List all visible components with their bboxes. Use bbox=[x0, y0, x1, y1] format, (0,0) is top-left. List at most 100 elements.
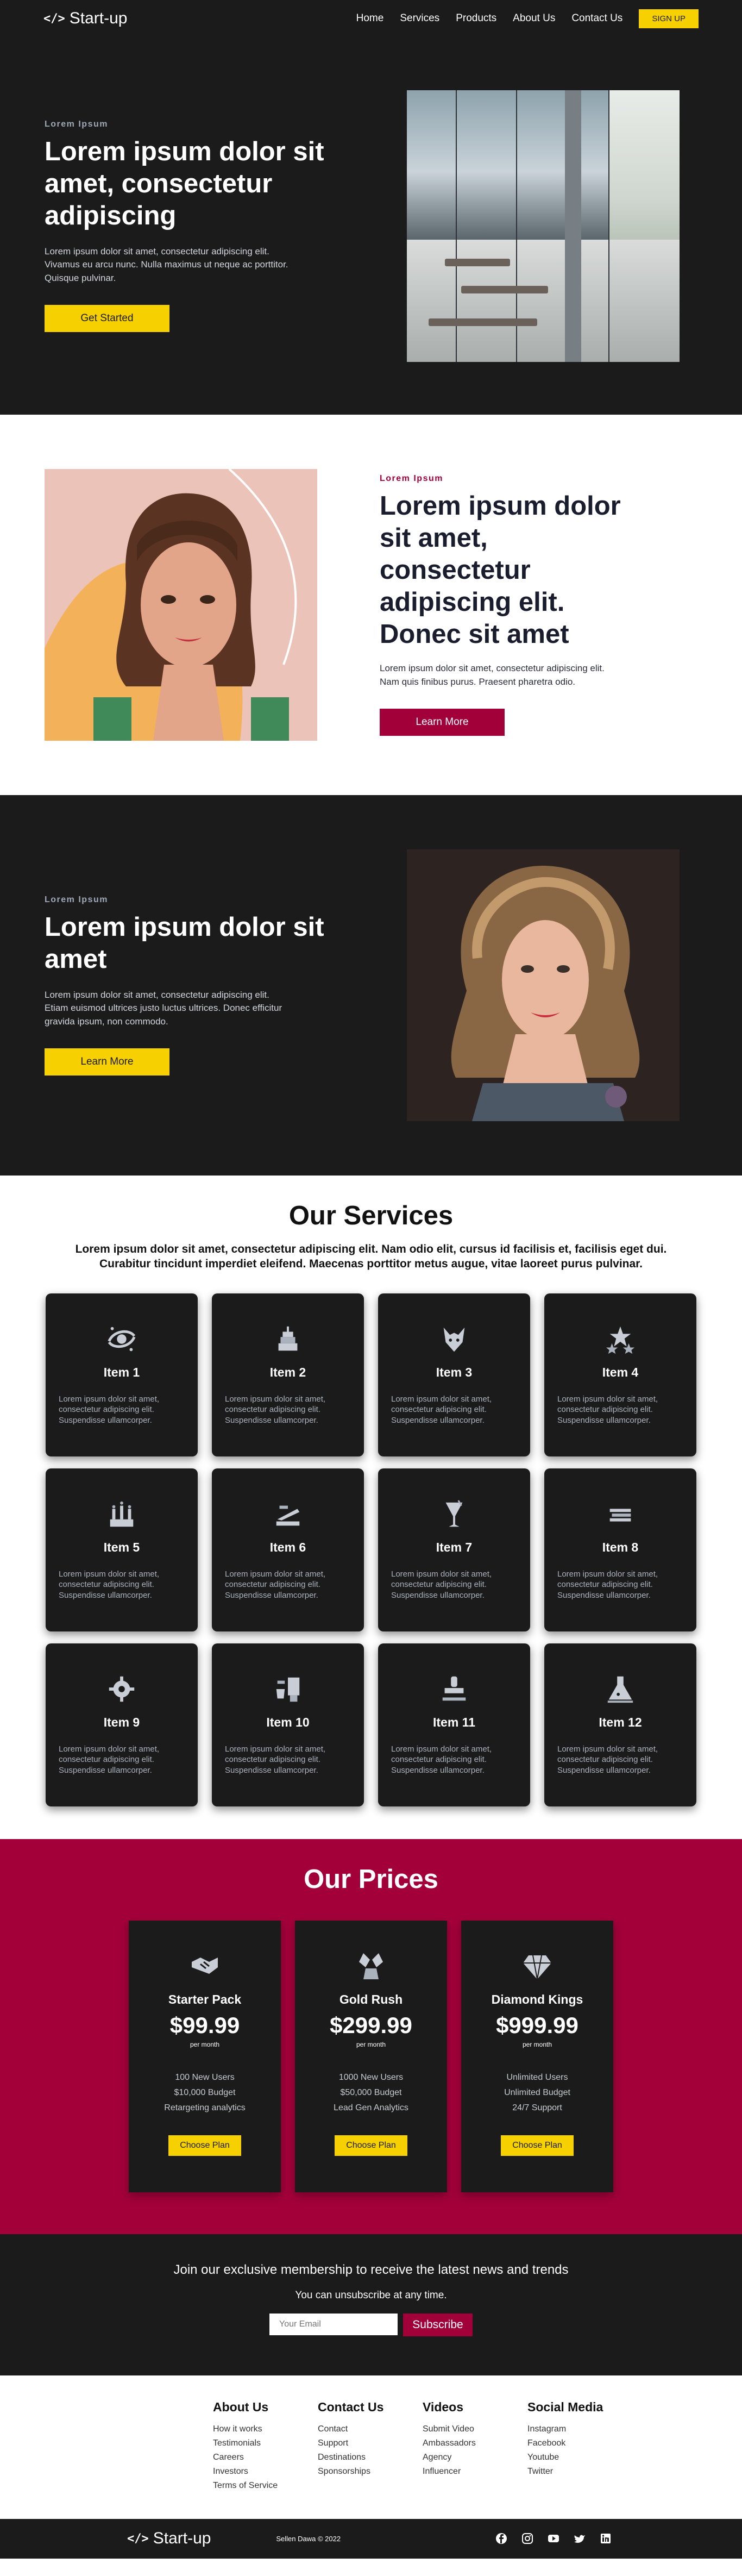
service-card-title: Item 11 bbox=[433, 1715, 475, 1729]
service-card[interactable]: Item 1 Lorem ipsum dolor sit amet, consec… bbox=[46, 1293, 198, 1456]
plan-features: Unlimited Users Unlimited Budget 24/7 Supp… bbox=[461, 2070, 613, 2116]
service-card-text: Lorem ipsum dolor sit amet, consectetur … bbox=[59, 1744, 160, 1775]
service-card[interactable]: Item 11 Lorem ipsum dolor sit amet, conse… bbox=[378, 1643, 530, 1806]
twitter-icon[interactable] bbox=[574, 2533, 586, 2544]
footer-link[interactable]: Destinations bbox=[318, 2450, 382, 2465]
hero-title: Lorem ipsum dolor sit amet, consectetur … bbox=[45, 137, 324, 230]
newsletter-form: Subscribe bbox=[0, 2313, 742, 2336]
plan-feature: 24/7 Support bbox=[512, 2103, 562, 2112]
gear-spiral-icon bbox=[105, 1673, 138, 1705]
service-card-title: Item 8 bbox=[602, 1540, 639, 1554]
footer-link[interactable]: How it works bbox=[213, 2422, 277, 2436]
about-title: Lorem ipsum dolor sit amet, consectetur … bbox=[380, 491, 621, 649]
footer-link[interactable]: Contact bbox=[318, 2422, 382, 2436]
footer-column-title: About Us bbox=[213, 2399, 269, 2414]
service-card[interactable]: Item 4 Lorem ipsum dolor sit amet, consec… bbox=[544, 1293, 696, 1456]
portrait-photo-2 bbox=[407, 849, 680, 1121]
nav-link-contact[interactable]: Contact Us bbox=[571, 12, 622, 24]
handshake-icon bbox=[188, 1949, 221, 1981]
footer-link[interactable]: Instagram bbox=[527, 2422, 592, 2436]
about-learn-more-button[interactable]: Learn More bbox=[380, 708, 505, 736]
plan-features: 1000 New Users $50,000 Budget Lead Gen Ana… bbox=[295, 2070, 447, 2116]
footer-link[interactable]: Investors bbox=[213, 2465, 277, 2479]
footer-link[interactable]: Support bbox=[318, 2436, 382, 2450]
choose-plan-button[interactable]: Choose Plan bbox=[168, 2135, 241, 2156]
copyright: Sellen Dawa © 2022 bbox=[276, 2534, 341, 2543]
stamp-icon bbox=[438, 1673, 470, 1705]
nav-link-services[interactable]: Services bbox=[400, 12, 439, 24]
service-card[interactable]: Item 5 Lorem ipsum dolor sit amet, consec… bbox=[46, 1468, 198, 1631]
plan-feature: 100 New Users bbox=[175, 2072, 235, 2082]
top-nav: </> Start-up Home Services Products Abou… bbox=[0, 0, 742, 37]
service-card[interactable]: Item 8 Lorem ipsum dolor sit amet, consec… bbox=[544, 1468, 696, 1631]
footer-link[interactable]: Facebook bbox=[527, 2436, 592, 2450]
footer-logo[interactable]: </> Start-up bbox=[127, 2529, 211, 2548]
footer-link[interactable]: Terms of Service bbox=[213, 2479, 278, 2493]
about-copy: Lorem Ipsum Lorem ipsum dolor sit amet, … bbox=[380, 474, 646, 736]
feature-learn-more-button[interactable]: Learn More bbox=[45, 1048, 169, 1076]
footer-link[interactable]: Influencer bbox=[423, 2465, 487, 2479]
service-card-text: Lorem ipsum dolor sit amet, consectetur … bbox=[59, 1569, 160, 1600]
nav-link-products[interactable]: Products bbox=[456, 12, 496, 24]
service-card-text: Lorem ipsum dolor sit amet, consectetur … bbox=[557, 1744, 658, 1775]
footer-link[interactable]: Sponsorships bbox=[318, 2465, 382, 2479]
service-card[interactable]: Item 7 Lorem ipsum dolor sit amet, consec… bbox=[378, 1468, 530, 1631]
flask-icon bbox=[604, 1673, 637, 1705]
service-card-title: Item 1 bbox=[103, 1365, 140, 1379]
service-card[interactable]: Item 6 Lorem ipsum dolor sit amet, consec… bbox=[212, 1468, 364, 1631]
nav-link-home[interactable]: Home bbox=[356, 12, 384, 24]
service-card-text: Lorem ipsum dolor sit amet, consectetur … bbox=[391, 1744, 492, 1775]
nugget-icon bbox=[355, 1949, 387, 1981]
plan-feature: $10,000 Budget bbox=[174, 2087, 236, 2097]
footer-link[interactable]: Careers bbox=[213, 2450, 277, 2465]
choose-plan-button[interactable]: Choose Plan bbox=[501, 2135, 574, 2156]
plan-feature: $50,000 Budget bbox=[340, 2087, 402, 2097]
footer-link[interactable]: Twitter bbox=[527, 2465, 592, 2479]
office-photo bbox=[407, 90, 680, 362]
get-started-button[interactable]: Get Started bbox=[45, 304, 169, 332]
footer-column-title: Contact Us bbox=[318, 2399, 384, 2414]
footer-link[interactable]: Ambassadors bbox=[423, 2436, 487, 2450]
service-card-title: Item 7 bbox=[436, 1540, 473, 1554]
plan-price: $299.99 bbox=[330, 2012, 412, 2038]
plan-price: $99.99 bbox=[169, 2012, 240, 2038]
logo[interactable]: </> Start-up bbox=[43, 9, 127, 28]
plan-name: Gold Rush bbox=[339, 1992, 403, 2006]
footer-link[interactable]: Youtube bbox=[527, 2450, 592, 2465]
service-card-title: Item 2 bbox=[269, 1365, 306, 1379]
linkedin-icon[interactable] bbox=[600, 2533, 612, 2544]
feature-title: Lorem ipsum dolor sit amet bbox=[45, 912, 324, 974]
facebook-icon[interactable] bbox=[495, 2533, 507, 2544]
nav-links: Home Services Products About Us Contact … bbox=[356, 9, 699, 28]
email-field[interactable] bbox=[269, 2313, 398, 2335]
service-card[interactable]: Item 2 Lorem ipsum dolor sit amet, consec… bbox=[212, 1293, 364, 1456]
service-card[interactable]: Item 10 Lorem ipsum dolor sit amet, conse… bbox=[212, 1643, 364, 1806]
service-card-text: Lorem ipsum dolor sit amet, consectetur … bbox=[557, 1569, 658, 1600]
nav-link-about[interactable]: About Us bbox=[513, 12, 555, 24]
plan-feature: Unlimited Budget bbox=[504, 2087, 570, 2097]
subscribe-button[interactable]: Subscribe bbox=[403, 2313, 473, 2336]
feature-copy: Lorem Ipsum Lorem ipsum dolor sit amet L… bbox=[45, 895, 327, 1076]
services-title: Our Services bbox=[288, 1201, 454, 1230]
footer-link[interactable]: Testimonials bbox=[213, 2436, 277, 2450]
services-lead: Lorem ipsum dolor sit amet, consectetur … bbox=[75, 1243, 667, 1271]
service-card[interactable]: Item 12 Lorem ipsum dolor sit amet, conse… bbox=[544, 1643, 696, 1806]
footer-column-title: Social Media bbox=[527, 2399, 603, 2414]
youtube-icon[interactable] bbox=[548, 2533, 559, 2544]
footer-link[interactable]: Agency bbox=[423, 2450, 487, 2465]
drink-icon bbox=[438, 1498, 470, 1530]
instagram-icon[interactable] bbox=[521, 2533, 533, 2544]
prices-section: Our Prices Starter Pack $99.99 per month 10… bbox=[0, 1839, 742, 2234]
service-card-title: Item 4 bbox=[602, 1365, 639, 1379]
choose-plan-button[interactable]: Choose Plan bbox=[335, 2135, 407, 2156]
hero-section: Lorem Ipsum Lorem ipsum dolor sit amet, … bbox=[0, 37, 742, 415]
stapler-icon bbox=[272, 1498, 304, 1530]
signup-button[interactable]: SIGN UP bbox=[639, 9, 699, 28]
service-card-text: Lorem ipsum dolor sit amet, consectetur … bbox=[225, 1394, 326, 1425]
service-card[interactable]: Item 3 Lorem ipsum dolor sit amet, consec… bbox=[378, 1293, 530, 1456]
footer-link[interactable]: Submit Video bbox=[423, 2422, 487, 2436]
plan-period: per month bbox=[190, 2040, 220, 2048]
portrait-photo-1 bbox=[45, 469, 317, 741]
service-card-title: Item 3 bbox=[436, 1365, 473, 1379]
service-card[interactable]: Item 9 Lorem ipsum dolor sit amet, consec… bbox=[46, 1643, 198, 1806]
